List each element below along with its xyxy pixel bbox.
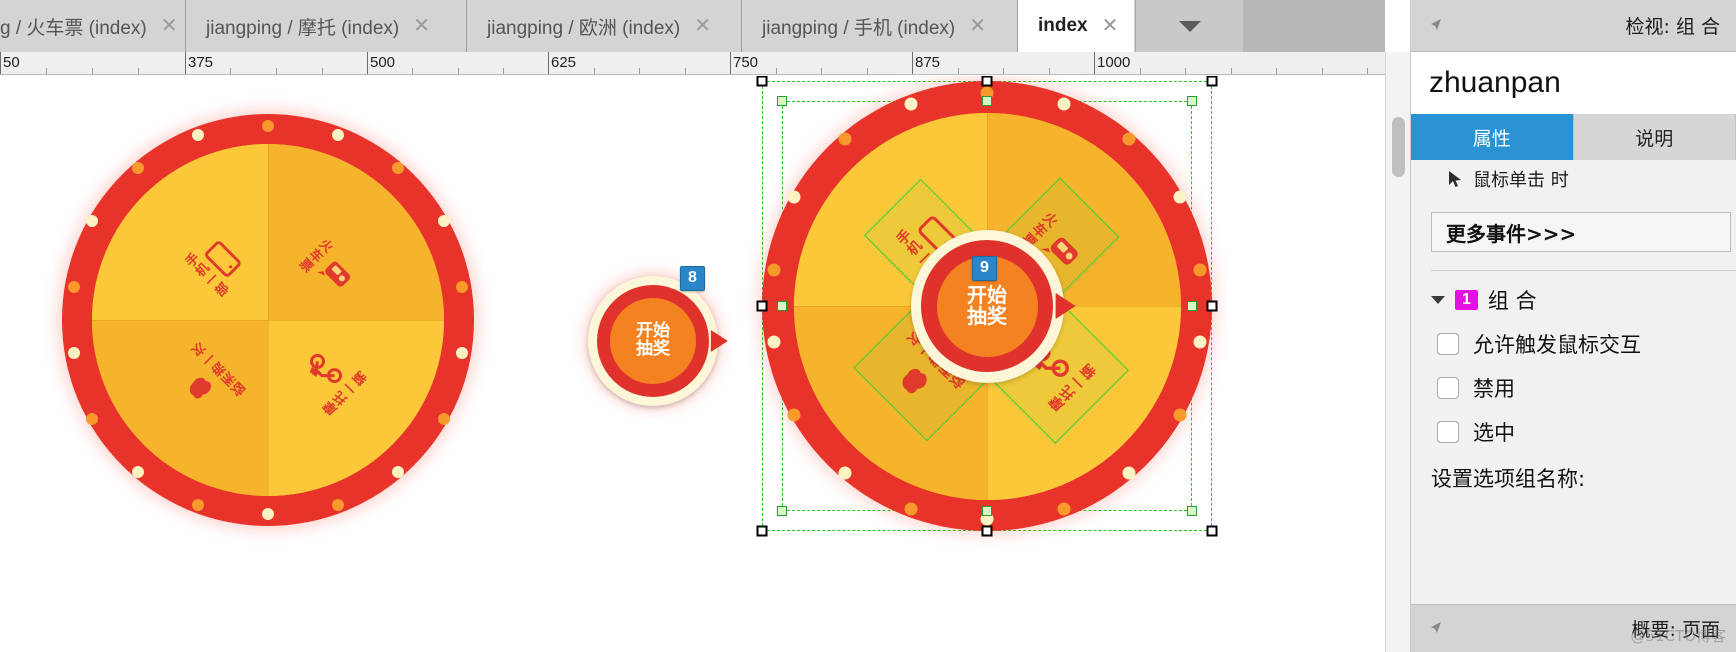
checkbox-row-selected[interactable]: 选中 xyxy=(1411,403,1736,447)
inspector-tabs: 属性 说明 xyxy=(1411,114,1736,160)
tab-item[interactable]: jiangping / 摩托 (index) ✕ xyxy=(186,0,467,52)
tab-label: jiangping / 手机 (index) xyxy=(762,17,956,39)
tab-label: index xyxy=(1038,15,1088,36)
selection-handle[interactable] xyxy=(1206,525,1218,537)
resize-handle[interactable] xyxy=(1187,96,1197,106)
chevron-down-icon xyxy=(1178,20,1201,32)
widget-name-field[interactable]: zhuanpan xyxy=(1411,52,1736,114)
selection-handle[interactable] xyxy=(981,76,993,87)
selection-handle[interactable] xyxy=(756,300,768,312)
selection-handle[interactable] xyxy=(756,76,768,87)
axure-window: g / 火车票 (index) ✕ jiangping / 摩托 (index)… xyxy=(0,0,1736,652)
tab-item[interactable]: jiangping / 手机 (index) ✕ xyxy=(742,0,1018,52)
resize-handle[interactable] xyxy=(982,96,992,106)
widget-name-value: zhuanpan xyxy=(1429,66,1561,99)
checkbox-disabled[interactable] xyxy=(1437,377,1459,399)
ruler-label: 625 xyxy=(551,54,577,71)
tab-notes-label: 说明 xyxy=(1635,127,1674,150)
close-icon[interactable]: ✕ xyxy=(413,16,430,36)
close-icon[interactable]: ✕ xyxy=(161,16,178,36)
tab-item[interactable]: g / 火车票 (index) ✕ xyxy=(0,0,186,52)
design-canvas[interactable]: 手机一部 火车票 欧洲游一次 摩托一辆 开始 抽奖 8 手机一部 火车票 摩托一… xyxy=(0,76,1385,652)
annotation-badge[interactable]: 9 xyxy=(972,256,997,281)
selection-handle[interactable] xyxy=(756,525,768,537)
tab-bar: g / 火车票 (index) ✕ jiangping / 摩托 (index)… xyxy=(0,0,1385,52)
checkbox-label: 允许触发鼠标交互 xyxy=(1473,333,1641,357)
ruler-label: 500 xyxy=(370,54,396,71)
ruler-label: 1000 xyxy=(1097,54,1131,71)
horizontal-ruler: 50 375 500 625 750 875 1000 xyxy=(0,52,1385,75)
checkbox-row-mouse-interaction[interactable]: 允许触发鼠标交互 xyxy=(1411,315,1736,359)
annotation-badge[interactable]: 8 xyxy=(680,266,705,291)
train-icon xyxy=(317,262,351,288)
ruler-label: 375 xyxy=(188,54,214,71)
resize-handle[interactable] xyxy=(777,301,787,311)
close-icon[interactable]: ✕ xyxy=(969,16,986,36)
wheel-face: 手机一部 火车票 欧洲游一次 摩托一辆 xyxy=(92,144,444,496)
resize-handle[interactable] xyxy=(1187,301,1197,311)
resize-handle[interactable] xyxy=(1187,506,1197,516)
inspector-title: 检视: 组 合 xyxy=(1625,16,1720,38)
hub-line-2: 抽奖 xyxy=(636,339,670,359)
tab-label: g / 火车票 (index) xyxy=(0,17,147,39)
checkbox-mouse-interaction[interactable] xyxy=(1437,333,1459,355)
group-index-badge: 1 xyxy=(1455,290,1478,310)
close-icon[interactable]: ✕ xyxy=(694,16,711,36)
hub-core: 开始 抽奖 xyxy=(610,298,696,384)
start-button[interactable]: 开始 抽奖 xyxy=(910,229,1076,383)
inspector-panel: 检视: 组 合 zhuanpan 属性 说明 鼠标单击 时 更多事件>>> 1 … xyxy=(1410,0,1736,652)
canvas-vertical-scrollbar[interactable] xyxy=(1385,52,1410,652)
hub-pointer-icon xyxy=(710,330,728,352)
cursor-pointer-icon xyxy=(1449,171,1461,187)
inspector-header: 检视: 组 合 xyxy=(1411,0,1736,52)
start-button[interactable]: 开始 抽奖 xyxy=(588,276,728,406)
checkbox-label: 禁用 xyxy=(1473,377,1515,401)
option-group-name-label: 设置选项组名称: xyxy=(1431,467,1586,491)
more-events-button[interactable]: 更多事件>>> xyxy=(1431,212,1731,252)
selection-handle[interactable] xyxy=(981,525,993,537)
tab-list-dropdown[interactable] xyxy=(1135,0,1243,52)
cursor-arrow-icon xyxy=(1431,621,1441,633)
resize-handle[interactable] xyxy=(982,506,992,516)
selection-handle[interactable] xyxy=(1206,300,1218,312)
checkbox-row-disabled[interactable]: 禁用 xyxy=(1411,359,1736,403)
tab-properties-label: 属性 xyxy=(1472,127,1511,150)
inspector-footer: 概要: 页面 xyxy=(1411,604,1736,652)
wheel-widget-selected[interactable]: 手机一部 火车票 摩托一辆 开始 抽奖 9 xyxy=(752,76,1222,541)
tab-label: jiangping / 欧洲 (index) xyxy=(487,17,681,39)
ruler-label: 875 xyxy=(915,54,941,71)
resize-handle[interactable] xyxy=(777,96,787,106)
chevron-down-icon[interactable] xyxy=(1431,296,1445,304)
close-icon[interactable]: ✕ xyxy=(1102,16,1119,36)
wheel-widget-hub-only[interactable]: 开始 抽奖 8 xyxy=(578,266,728,416)
more-events-label: 更多事件>>> xyxy=(1446,221,1577,246)
hub-line-2: 抽奖 xyxy=(967,304,1007,328)
tab-item-active[interactable]: index ✕ xyxy=(1018,0,1135,52)
group-header[interactable]: 1 组 合 xyxy=(1411,271,1736,315)
ruler-label: 50 xyxy=(3,54,20,71)
cursor-arrow-icon xyxy=(1431,18,1441,30)
checkbox-selected[interactable] xyxy=(1437,421,1459,443)
hub-pointer-icon xyxy=(1055,293,1076,319)
event-row-click[interactable]: 鼠标单击 时 xyxy=(1411,160,1736,202)
selection-handle[interactable] xyxy=(1206,76,1218,87)
resize-handle[interactable] xyxy=(777,506,787,516)
hub-line-1: 开始 xyxy=(967,283,1007,307)
tab-properties[interactable]: 属性 xyxy=(1411,114,1574,160)
tab-item[interactable]: jiangping / 欧洲 (index) ✕ xyxy=(467,0,742,52)
tab-notes[interactable]: 说明 xyxy=(1574,114,1736,160)
group-label: 组 合 xyxy=(1487,289,1537,313)
scrollbar-thumb[interactable] xyxy=(1392,117,1405,177)
event-label: 鼠标单击 时 xyxy=(1473,170,1569,191)
wheel-widget-left[interactable]: 手机一部 火车票 欧洲游一次 摩托一辆 xyxy=(52,104,484,536)
checkbox-label: 选中 xyxy=(1473,421,1515,445)
ruler-label: 750 xyxy=(733,54,759,71)
tab-label: jiangping / 摩托 (index) xyxy=(206,17,400,39)
inspector-footer-title: 概要: 页面 xyxy=(1631,619,1720,641)
tab-bar-filler xyxy=(1243,0,1385,52)
inspector-body: 鼠标单击 时 更多事件>>> 1 组 合 允许触发鼠标交互 禁用 选中 设置选项… xyxy=(1411,160,1736,652)
